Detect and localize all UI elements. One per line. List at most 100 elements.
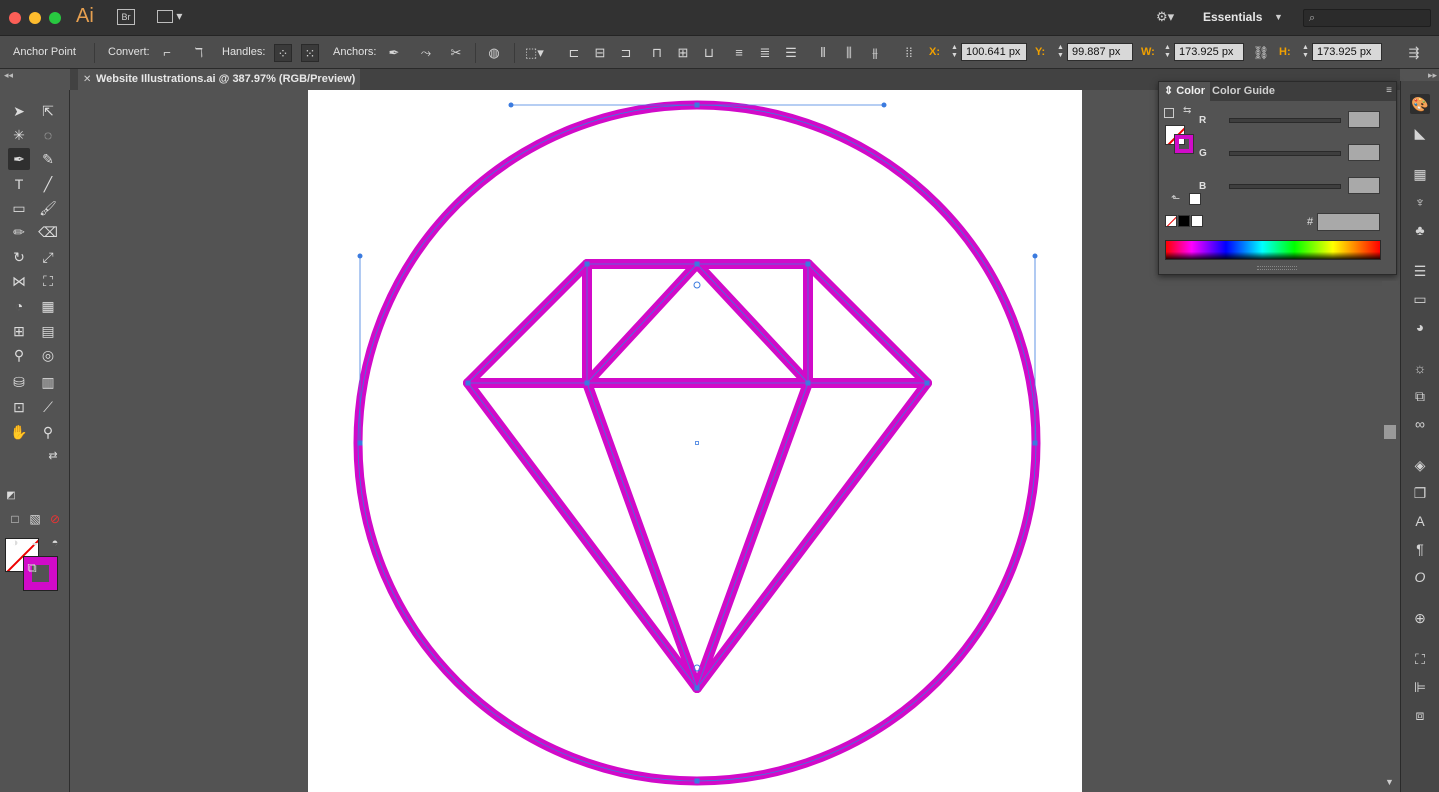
hide-handles-icon[interactable]: ⁙	[301, 44, 319, 62]
lasso-tool-icon[interactable]: ◌	[37, 124, 59, 146]
handle-point[interactable]	[881, 102, 887, 108]
symbols-icon[interactable]: ♣	[1410, 220, 1430, 240]
handle-point[interactable]	[357, 253, 363, 259]
diamond-path-outline[interactable]	[807, 263, 928, 384]
color-guide-icon[interactable]: ◣	[1410, 123, 1430, 143]
search-field[interactable]: ⌕	[1303, 9, 1431, 28]
pencil-tool-icon[interactable]: ✏	[8, 221, 30, 243]
align-left-icon[interactable]: ⊏	[565, 44, 583, 62]
swap-fill-stroke-icon[interactable]: ⇄	[42, 445, 64, 467]
recolor-artwork-icon[interactable]: ◍	[485, 44, 503, 62]
b-slider[interactable]	[1229, 184, 1341, 189]
tab-color[interactable]: ⇕ Color	[1159, 82, 1211, 101]
align-icon[interactable]: ⊫	[1410, 677, 1430, 697]
anchor-point[interactable]	[584, 380, 590, 386]
resize-grip-icon[interactable]	[1257, 266, 1297, 270]
constrain-proportions-icon[interactable]: ⛓	[1252, 44, 1270, 62]
anchor-point[interactable]	[694, 102, 700, 108]
convert-to-corner-icon[interactable]: ⌐	[158, 44, 176, 62]
align-bottom-icon[interactable]: ⊔	[700, 44, 718, 62]
g-slider[interactable]	[1229, 151, 1341, 156]
hand-tool-icon[interactable]: ✋	[8, 421, 30, 443]
shape-builder-tool-icon[interactable]: ◔	[8, 295, 30, 317]
distribute-bottom-icon[interactable]: ☰	[782, 44, 800, 62]
diamond-path-outline[interactable]	[696, 382, 809, 689]
none-swatch[interactable]	[1165, 215, 1177, 227]
panel-stroke-swatch[interactable]	[1174, 134, 1194, 154]
distribute-top-icon[interactable]: ≡	[730, 44, 748, 62]
collapse-left-icon[interactable]: ◂◂	[4, 70, 13, 81]
swap-colors-icon[interactable]: ⇆	[1183, 105, 1191, 116]
w-stepper-icon[interactable]: ▲ ▼	[1163, 44, 1172, 60]
pen-tool-icon[interactable]: ✒	[8, 148, 30, 170]
align-to-icon[interactable]: ⬚▾	[525, 44, 544, 62]
h-input[interactable]: 173.925 px	[1312, 43, 1382, 61]
bridge-button[interactable]: Br	[117, 9, 135, 25]
anchor-point[interactable]	[924, 380, 930, 386]
column-graph-tool-icon[interactable]: ▥	[37, 371, 59, 393]
type-tool-icon[interactable]: T	[8, 173, 30, 195]
convert-to-smooth-icon[interactable]: ℸ	[190, 44, 208, 62]
show-handles-icon[interactable]: ⁘	[274, 44, 292, 62]
draw-inside-icon[interactable]: ◓	[44, 532, 66, 554]
out-of-gamut-icon[interactable]: ⬑	[1171, 192, 1180, 205]
collapse-right-icon[interactable]: ▸▸	[1428, 70, 1437, 81]
anchor-point[interactable]	[1032, 440, 1038, 446]
align-right-icon[interactable]: ⊐	[617, 44, 635, 62]
color-spectrum[interactable]	[1165, 240, 1381, 260]
stroke-icon[interactable]: ☰	[1410, 261, 1430, 281]
tab-color-guide[interactable]: Color Guide	[1207, 82, 1280, 101]
color-panel-icon[interactable]: 🎨	[1410, 94, 1430, 114]
b-input[interactable]	[1348, 177, 1380, 194]
symbol-sprayer-tool-icon[interactable]: ⛁	[8, 371, 30, 393]
anchor-point[interactable]	[694, 261, 700, 267]
paragraph-icon[interactable]: ¶	[1410, 539, 1430, 559]
center-point[interactable]	[695, 441, 699, 445]
scroll-down-icon[interactable]: ▼	[1385, 777, 1394, 787]
anchor-point[interactable]	[694, 778, 700, 784]
minimize-window-button[interactable]	[29, 12, 41, 24]
web-safe-swatch[interactable]	[1189, 193, 1201, 205]
align-top-icon[interactable]: ⊓	[648, 44, 666, 62]
y-stepper-icon[interactable]: ▲ ▼	[1056, 44, 1065, 60]
blend-tool-icon[interactable]: ◎	[37, 344, 59, 366]
white-swatch[interactable]	[1191, 215, 1203, 227]
arrange-documents-button[interactable]: ▾	[157, 9, 185, 25]
appearance-icon[interactable]: ☼	[1410, 358, 1430, 378]
diamond-path-outline[interactable]	[696, 263, 809, 384]
hex-input[interactable]	[1317, 213, 1380, 231]
color-mode-icon[interactable]: □	[4, 508, 26, 530]
h-stepper-icon[interactable]: ▲ ▼	[1301, 44, 1310, 60]
artboard-tool-icon[interactable]: ⊡	[8, 396, 30, 418]
scale-tool-icon[interactable]: ⤢	[37, 246, 59, 268]
direct-selection-tool-icon[interactable]: ⇱	[37, 100, 59, 122]
graphic-styles-icon[interactable]: ⧉	[1410, 386, 1430, 406]
y-input[interactable]: 99.887 px	[1067, 43, 1133, 61]
close-icon[interactable]: ✕	[83, 69, 91, 90]
panel-menu-icon[interactable]: ≡	[1386, 85, 1392, 96]
document-tab[interactable]: ✕ Website Illustrations.ai @ 387.97% (RG…	[78, 69, 360, 90]
rotate-tool-icon[interactable]: ↻	[8, 246, 30, 268]
none-mode-icon[interactable]: ⊘	[44, 508, 66, 530]
anchor-point[interactable]	[465, 380, 471, 386]
diamond-path-outline[interactable]	[467, 263, 588, 384]
anchor-point[interactable]	[805, 380, 811, 386]
vertical-scrollbar[interactable]: ▼	[1382, 281, 1398, 792]
anchor-point[interactable]	[805, 261, 811, 267]
anchor-point[interactable]	[584, 261, 590, 267]
w-input[interactable]: 173.925 px	[1174, 43, 1244, 61]
reference-point-icon[interactable]: ⁞⁞	[900, 44, 918, 62]
screen-mode-icon[interactable]: ⧉	[21, 557, 43, 579]
selected-anchor[interactable]	[693, 281, 701, 289]
draw-normal-icon[interactable]: ◑	[4, 532, 26, 554]
connect-anchors-icon[interactable]: ⤳	[417, 44, 435, 62]
control-bar-menu-icon[interactable]: ⇶	[1405, 44, 1423, 62]
zoom-tool-icon[interactable]: ⚲	[37, 421, 59, 443]
eraser-tool-icon[interactable]: ⌫	[37, 221, 59, 243]
close-window-button[interactable]	[9, 12, 21, 24]
distribute-right-icon[interactable]: ⫵	[866, 44, 884, 62]
handle-point[interactable]	[508, 102, 514, 108]
align-center-vertical-icon[interactable]: ⊞	[674, 44, 692, 62]
magic-wand-tool-icon[interactable]: ✳	[8, 124, 30, 146]
brushes-icon[interactable]: ♆	[1410, 192, 1430, 212]
